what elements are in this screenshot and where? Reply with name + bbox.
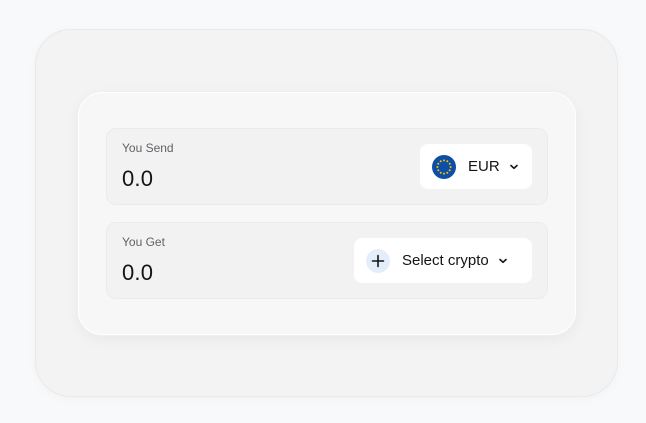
eu-flag-star (439, 171, 442, 174)
chevron-down-icon (509, 164, 518, 170)
select-crypto-label: Select crypto (402, 252, 489, 269)
chevron-down-icon (498, 258, 507, 264)
eu-flag-icon (432, 154, 456, 179)
get-amount-input[interactable]: 0.0 (122, 260, 153, 286)
send-amount-input[interactable]: 0.0 (122, 166, 153, 192)
eu-flag-star (443, 172, 445, 175)
get-row: You Get 0.0 Select crypto (106, 222, 548, 299)
eu-flag-star (449, 165, 452, 168)
currency-code: EUR (468, 158, 500, 175)
eu-flag-star (436, 165, 439, 168)
plus-icon (366, 248, 390, 273)
eu-flag-star (446, 159, 449, 162)
send-label: You Send (122, 141, 174, 155)
eu-flag-star (437, 162, 440, 165)
eu-flag-star (439, 159, 442, 162)
crypto-selector[interactable]: Select crypto (354, 238, 532, 283)
currency-selector[interactable]: EUR (420, 144, 532, 189)
get-label: You Get (122, 235, 165, 249)
eu-flag-star (446, 171, 449, 174)
eu-flag-star (437, 168, 440, 171)
send-row: You Send 0.0 EUR (106, 128, 548, 205)
eu-flag-star (448, 168, 451, 171)
eu-flag-star (448, 162, 451, 165)
eu-flag-star (443, 158, 445, 161)
